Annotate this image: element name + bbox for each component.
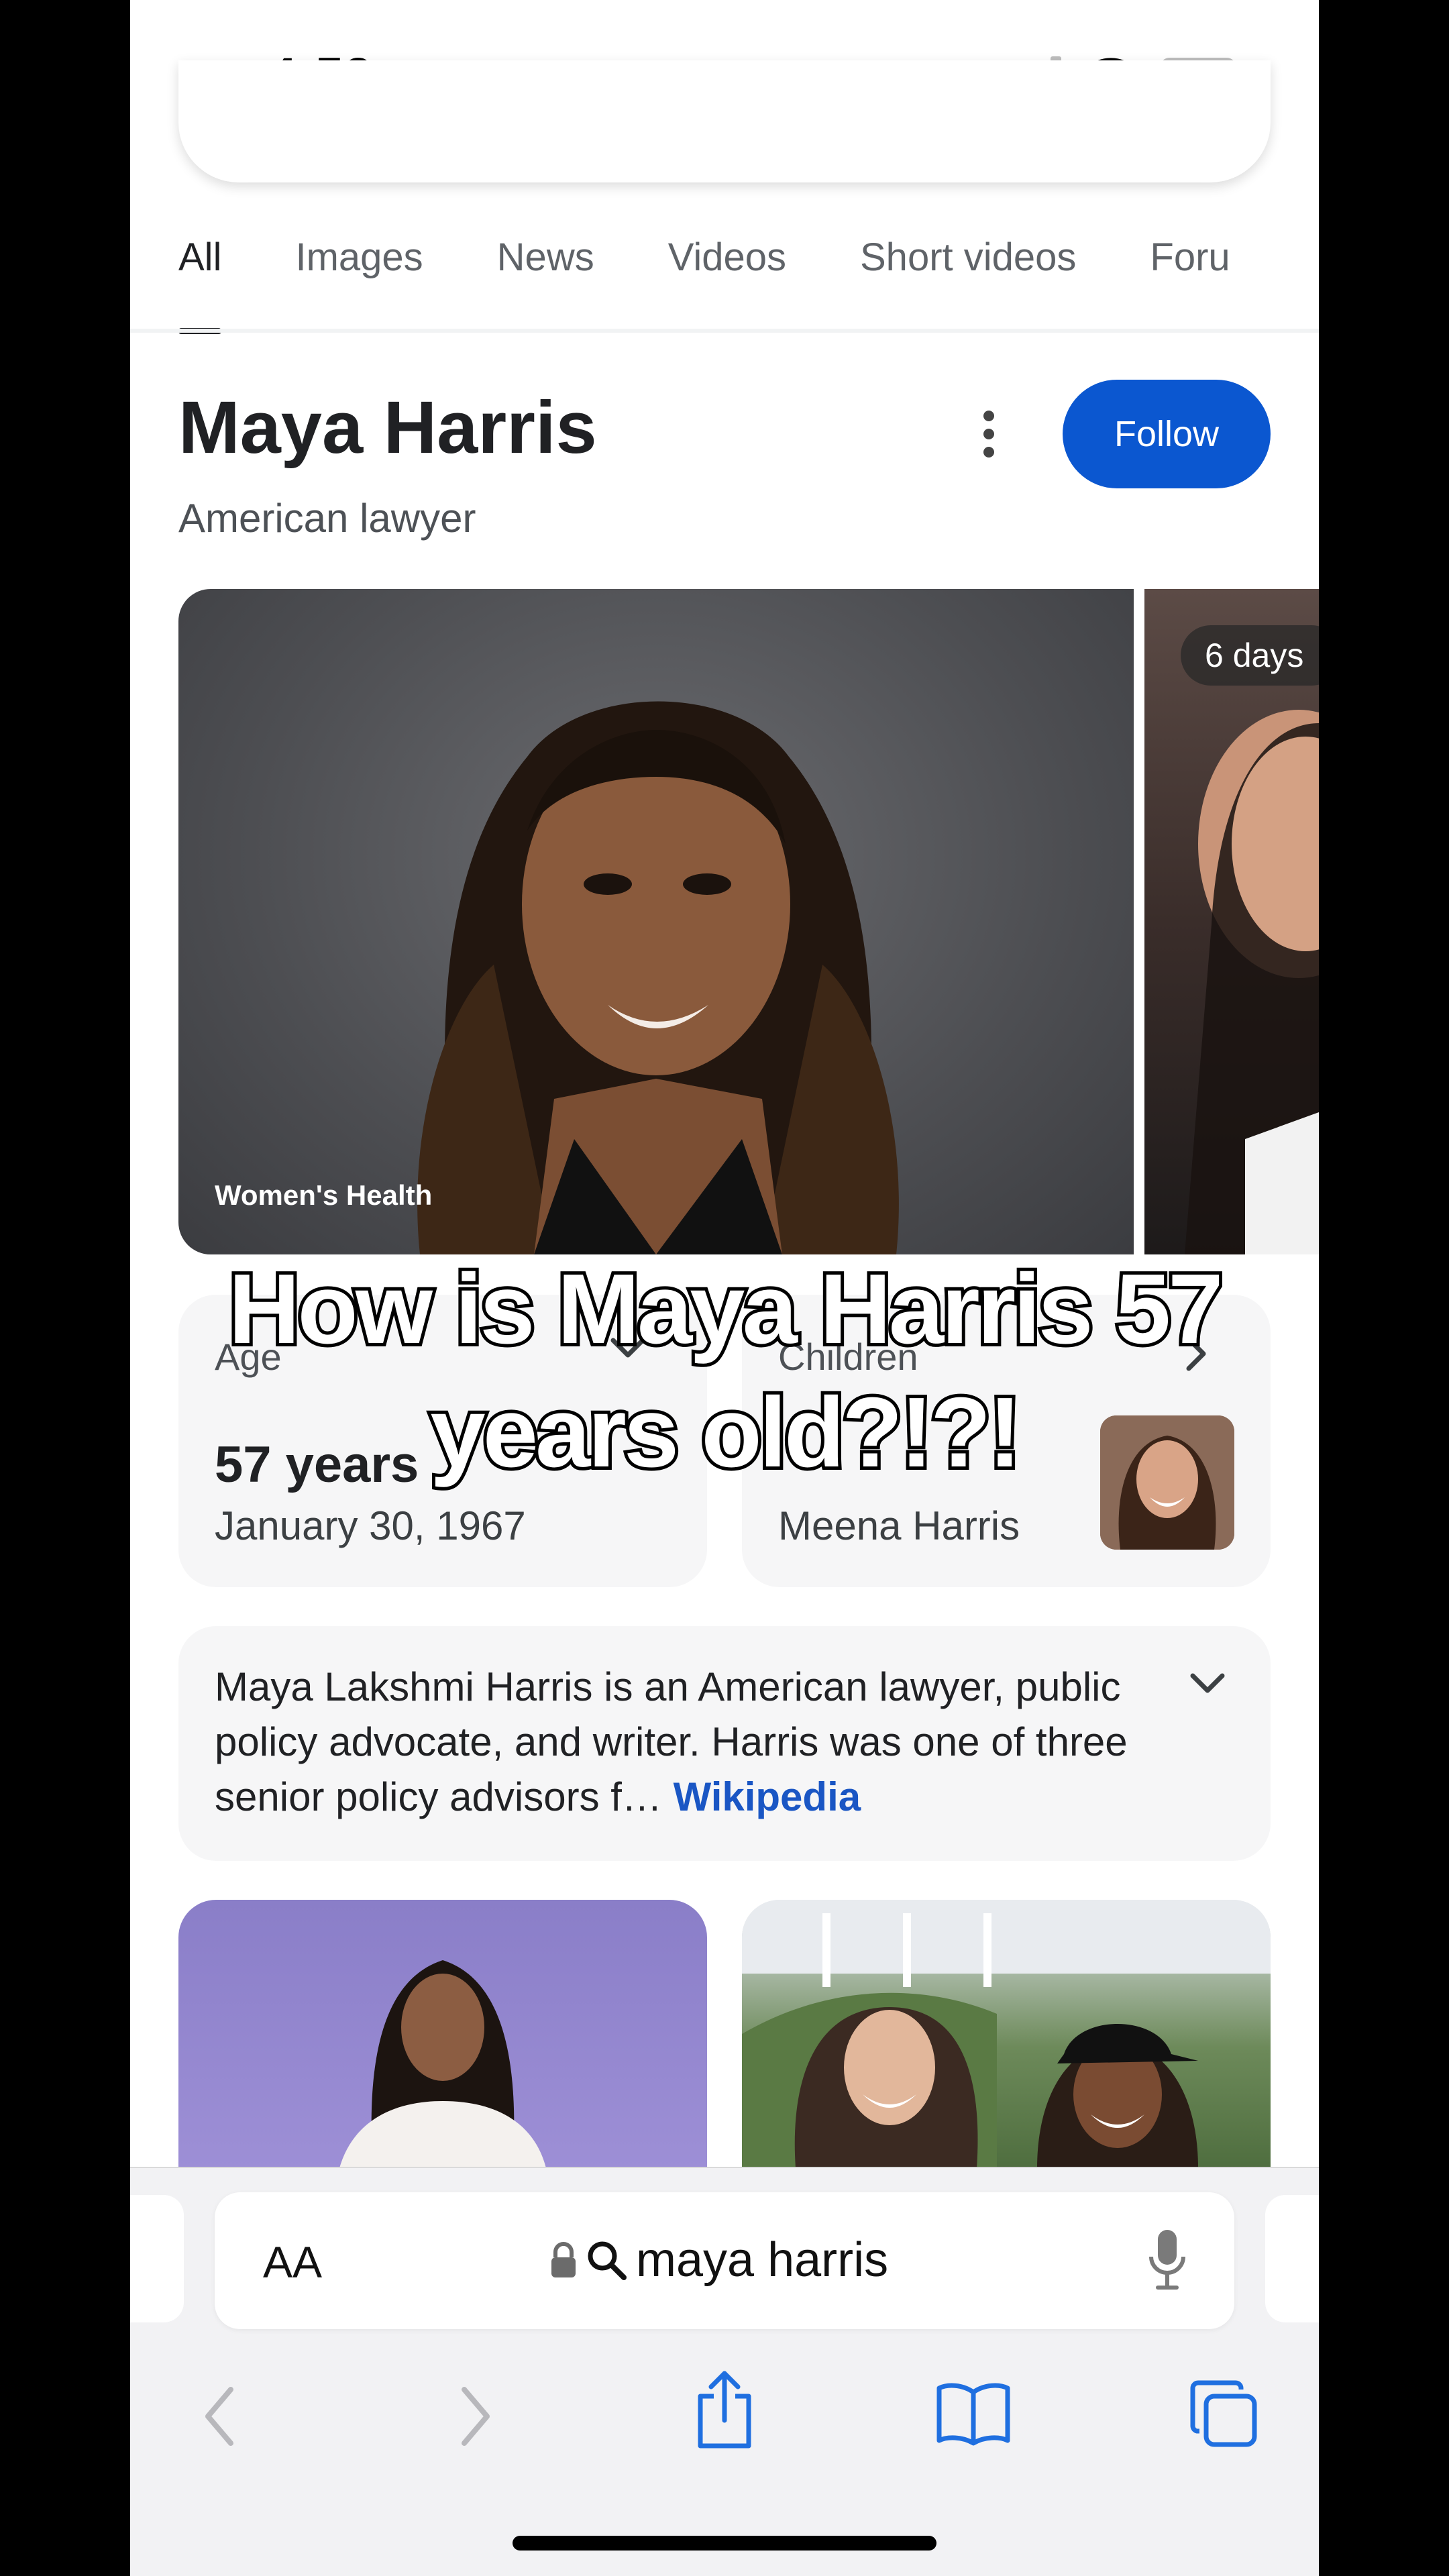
tab-news[interactable]: News bbox=[497, 235, 594, 309]
entity-subtitle: American lawyer bbox=[178, 496, 476, 541]
image-result-2[interactable] bbox=[742, 1900, 1271, 2168]
tabs-overview-icon[interactable] bbox=[1189, 2379, 1258, 2449]
video-caption-overlay: How is Maya Harris 57 years old?!?! bbox=[130, 1248, 1319, 1495]
portrait-illustration bbox=[417, 701, 899, 1254]
address-bar[interactable]: AA maya harris bbox=[215, 2192, 1234, 2329]
wikipedia-link[interactable]: Wikipedia bbox=[674, 1774, 861, 1819]
description-body: Maya Lakshmi Harris is an American lawye… bbox=[215, 1664, 1128, 1819]
more-options-icon[interactable] bbox=[975, 411, 1002, 458]
bookmarks-icon[interactable] bbox=[935, 2381, 1012, 2446]
child-name: Meena Harris bbox=[778, 1503, 1020, 1548]
image-result-2-illustration bbox=[742, 1900, 1271, 2168]
description-card[interactable]: Maya Lakshmi Harris is an American lawye… bbox=[178, 1626, 1271, 1861]
tab-forums[interactable]: Foru bbox=[1150, 235, 1230, 309]
lock-icon bbox=[551, 2242, 576, 2277]
back-arrow-icon[interactable] bbox=[200, 2383, 240, 2450]
follow-button[interactable]: Follow bbox=[1063, 380, 1271, 488]
secondary-photo[interactable] bbox=[1144, 589, 1319, 1254]
caption-line-2: years old?!?! bbox=[427, 1374, 1024, 1491]
address-text: maya harris bbox=[636, 2233, 889, 2287]
caption-line-1: How is Maya Harris 57 bbox=[225, 1250, 1227, 1368]
tab-images[interactable]: Images bbox=[295, 235, 423, 309]
text-size-button[interactable]: AA bbox=[263, 2237, 322, 2288]
search-tabs: All Images News Videos Short videos Foru bbox=[178, 235, 1230, 334]
tab-short-videos[interactable]: Short videos bbox=[860, 235, 1076, 309]
tab-all[interactable]: All bbox=[178, 235, 222, 334]
hero-photo[interactable]: Women's Health bbox=[178, 589, 1134, 1254]
tab-videos[interactable]: Videos bbox=[668, 235, 786, 309]
tabs-divider bbox=[130, 329, 1319, 333]
share-icon[interactable] bbox=[694, 2369, 755, 2450]
image-result-1-illustration bbox=[339, 1960, 546, 2168]
time-badge: 6 days bbox=[1181, 625, 1319, 686]
expand-chevron-icon[interactable] bbox=[1189, 1670, 1226, 1697]
previous-tab-peek[interactable] bbox=[130, 2195, 184, 2322]
entity-title: Maya Harris bbox=[178, 386, 597, 469]
search-icon bbox=[588, 2241, 627, 2280]
search-box[interactable] bbox=[178, 60, 1271, 182]
address-center: maya harris bbox=[550, 2233, 888, 2288]
description-text: Maya Lakshmi Harris is an American lawye… bbox=[215, 1660, 1167, 1825]
browser-toolbar bbox=[130, 2369, 1319, 2470]
phone-screen: 4:53 All Images News Videos Short videos… bbox=[130, 0, 1319, 2576]
next-tab-peek[interactable] bbox=[1265, 2195, 1319, 2322]
birth-date: January 30, 1967 bbox=[215, 1503, 526, 1548]
photo-source-label: Women's Health bbox=[215, 1179, 433, 1211]
secondary-portrait-illustration bbox=[1185, 710, 1319, 1254]
forward-arrow-icon[interactable] bbox=[455, 2383, 495, 2450]
image-result-1[interactable] bbox=[178, 1900, 707, 2168]
microphone-icon[interactable] bbox=[1147, 2227, 1187, 2292]
home-indicator[interactable] bbox=[513, 2536, 936, 2551]
browser-bottom-bar: AA maya harris bbox=[130, 2167, 1319, 2576]
